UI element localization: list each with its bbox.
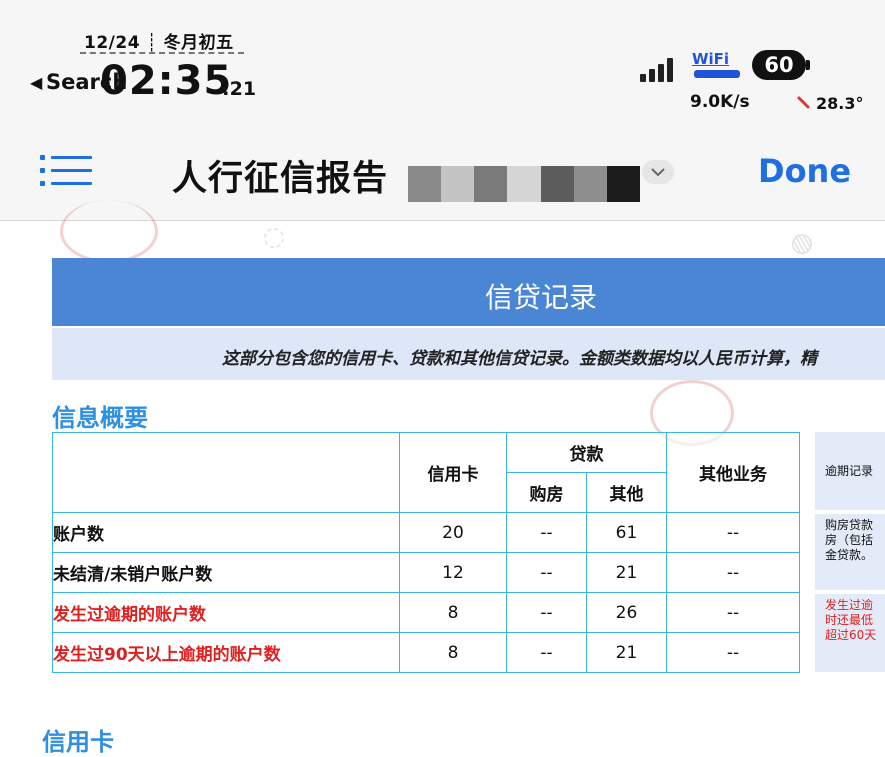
summary-table: 信用卡 贷款 其他业务 购房 其他 账户数 20 -- 61 -- 未结清/未销… [52,432,800,673]
wifi-icon: WiFi [692,50,730,68]
table-row: 发生过90天以上逾期的账户数 8 -- 21 -- [52,632,800,673]
wifi-strength-bar [694,70,740,78]
chevron-down-icon[interactable] [642,160,674,184]
side-note-overdue-detail: 发生过逾 时还最低 超过60天 [815,594,885,672]
side-note-overdue: 逾期记录 [815,432,885,510]
network-speed: 9.0K/s [690,92,750,112]
cell-other: 21 [586,632,667,673]
row-label-overdue: 发生过逾期的账户数 [52,592,400,633]
cell-housing: -- [506,632,587,673]
cell-credit-card: 12 [399,552,507,593]
row-label: 未结清/未销户账户数 [52,552,400,593]
clock-time: 02:35 [100,58,233,104]
clock-seconds: :21 [222,78,257,100]
section-title-credit-card: 信用卡 [42,728,114,756]
document-title: 人行征信报告 [172,159,389,199]
header-credit-card: 信用卡 [399,432,507,513]
back-arrow-icon[interactable]: ◀ [30,73,42,92]
table-row: 账户数 20 -- 61 -- [52,512,800,553]
battery-indicator: 60 [752,50,806,80]
cell-housing: -- [506,512,587,553]
watermark-glyph: ◌ [256,218,291,256]
credit-record-notice: 这部分包含您的信用卡、贷款和其他信贷记录。金额类数据均以人民币计算，精 [222,349,817,369]
watermark-seal [60,200,158,263]
date-display: 12/24 ┊ 冬月初五 [84,33,234,53]
header-loan: 贷款 [506,432,667,473]
row-label: 账户数 [52,512,400,553]
cell-credit-card: 8 [399,592,507,633]
table-row: 未结清/未销户账户数 12 -- 21 -- [52,552,800,593]
header-other: 其他 [586,472,667,513]
row-label-overdue-90: 发生过90天以上逾期的账户数 [52,632,400,673]
cell-other: 21 [586,552,667,593]
header-other-business: 其他业务 [666,432,800,513]
cell-other: 61 [586,512,667,553]
list-icon[interactable] [40,152,92,190]
cell-credit-card: 20 [399,512,507,553]
cell-other-business: -- [666,512,800,553]
done-button[interactable]: Done [758,152,851,190]
side-note-housing: 购房贷款 房（包括 金贷款。 [815,514,885,590]
date-underline [80,52,244,54]
battery-tip-icon [806,60,810,70]
cell-credit-card: 8 [399,632,507,673]
credit-record-banner [52,258,885,326]
thermometer-icon [797,96,810,109]
cell-housing: -- [506,552,587,593]
cell-housing: -- [506,592,587,633]
section-title-summary: 信息概要 [52,404,148,432]
header-blank-cell [52,432,400,513]
cellular-signal-icon [640,58,674,82]
cell-other-business: -- [666,632,800,673]
cell-other-business: -- [666,552,800,593]
table-header-row: 信用卡 贷款 其他业务 [52,432,800,513]
redacted-filename [408,166,640,202]
cell-other-business: -- [666,592,800,633]
temperature-readout: 28.3° [816,94,864,113]
cell-other: 26 [586,592,667,633]
credit-record-title: 信贷记录 [485,281,598,314]
watermark-glyph: ◍ [784,224,819,262]
table-row: 发生过逾期的账户数 8 -- 26 -- [52,592,800,633]
header-housing: 购房 [506,472,587,513]
